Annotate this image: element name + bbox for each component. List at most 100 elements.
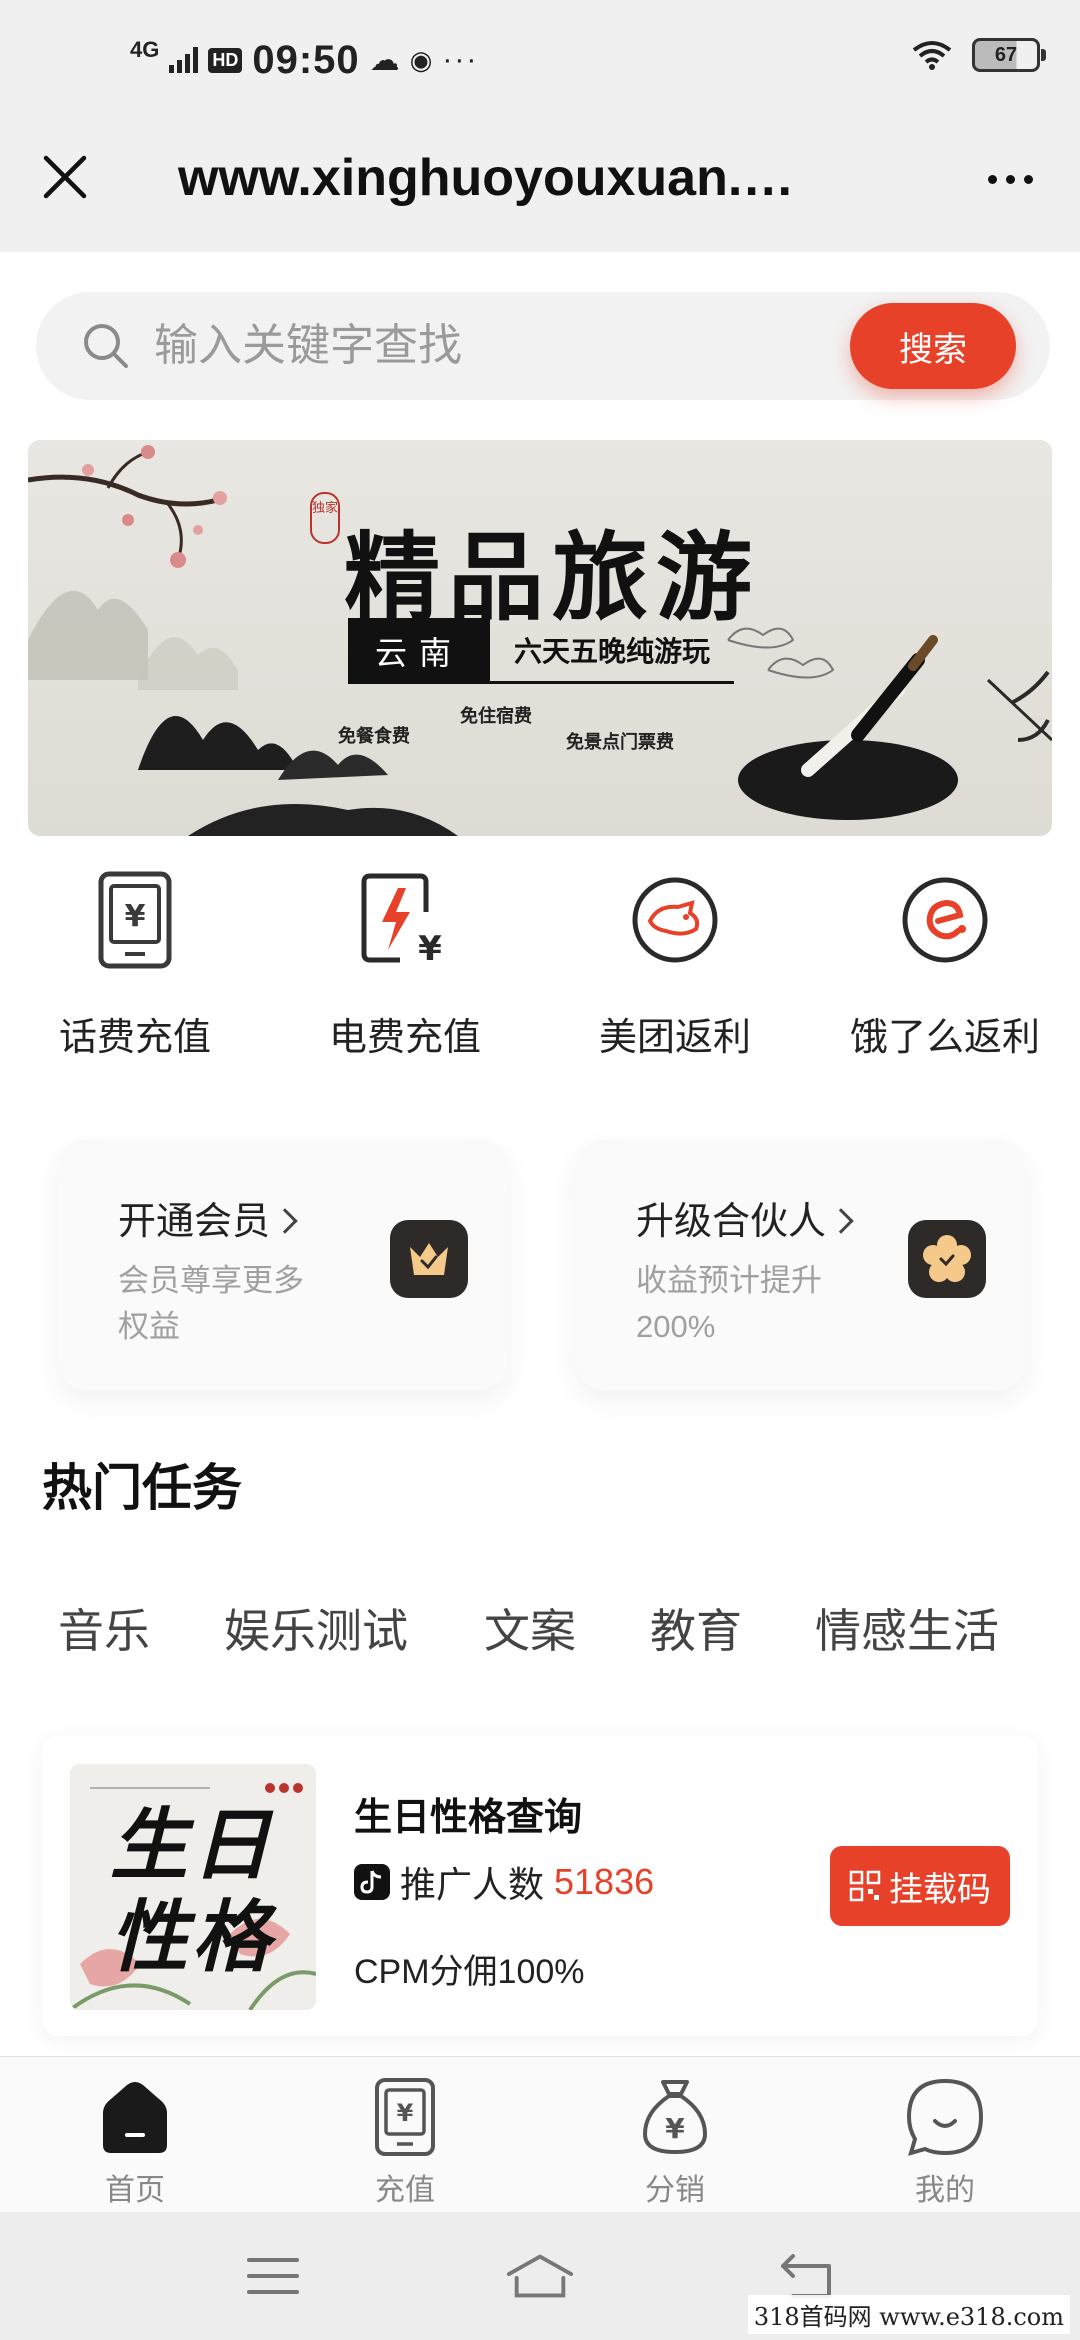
task-category-tabs: 音乐 娱乐测试 文案 教育 情感生活 <box>0 1595 1080 1665</box>
eleme-icon <box>895 870 995 970</box>
qr-code-icon <box>849 1870 881 1902</box>
hd-icon: HD <box>208 47 243 73</box>
thumbnail-text-line: 性格 <box>110 1892 275 1983</box>
tab-emotional-life[interactable]: 情感生活 <box>815 1595 999 1661</box>
banner-perk: 免餐食费 <box>338 726 410 746</box>
crown-badge-icon <box>390 1220 468 1298</box>
tab-entertainment-test[interactable]: 娱乐测试 <box>224 1595 408 1661</box>
tab-music[interactable]: 音乐 <box>58 1595 150 1661</box>
more-dot-icon <box>1005 174 1015 184</box>
nav-home[interactable]: 首页 <box>0 2057 270 2212</box>
battery-level: 67 <box>994 43 1018 66</box>
search-button[interactable]: 搜索 <box>850 303 1016 389</box>
quick-entry-meituan[interactable]: 美团返利 <box>540 870 810 1080</box>
promo-count-label: 推广人数 <box>400 1864 545 1905</box>
quick-entry-eleme[interactable]: 饿了么返利 <box>810 870 1080 1080</box>
status-left: 4G HD 09:50 ☁ ◉ ··· <box>130 30 478 90</box>
battery-icon: 67 <box>972 38 1046 72</box>
mount-code-label: 挂载码 <box>889 1870 991 1909</box>
promo-description: 收益预计提升200% <box>636 1263 822 1344</box>
home-icon <box>95 2077 175 2157</box>
task-card[interactable]: 生日 性格 生日性格查询 推广人数 51836 CPM分佣100% 挂载码 <box>42 1736 1038 2036</box>
svg-text:¥: ¥ <box>665 2112 685 2145</box>
svg-text:¥: ¥ <box>397 2099 414 2127</box>
chevron-right-icon <box>828 1208 854 1234</box>
promo-title: 开通会员 <box>118 1190 298 1245</box>
quick-entry-electric-bill[interactable]: ¥ 电费充值 <box>270 870 540 1080</box>
promo-card-membership[interactable]: 开通会员 会员尊享更多权益 <box>58 1140 508 1390</box>
browser-toolbar: www.xinghuoyouxuan.… <box>0 120 1080 252</box>
phone-bill-icon: ¥ <box>85 870 185 970</box>
travel-banner[interactable]: 独家 精品旅游 云南 六天五晚纯游玩 免餐食费 免住宿费 免景点门票费 <box>28 440 1052 836</box>
promo-description: 会员尊享更多权益 <box>118 1263 304 1344</box>
thumbnail-text-line: 生日 <box>110 1800 275 1891</box>
nav-distribution[interactable]: ¥ 分销 <box>540 2057 810 2212</box>
close-button[interactable] <box>30 142 100 212</box>
menu-icon <box>247 2258 300 2294</box>
hot-tasks-title: 热门任务 <box>42 1460 242 1516</box>
quick-entry-label: 话费充值 <box>58 1017 211 1059</box>
tiktok-icon <box>354 1864 390 1900</box>
exclusive-stamp: 独家 <box>310 492 340 544</box>
flower-badge-icon <box>908 1220 986 1298</box>
svg-text:¥: ¥ <box>125 899 146 934</box>
search-input[interactable] <box>154 314 754 378</box>
recharge-icon: ¥ <box>365 2077 445 2157</box>
nav-label: 充值 <box>375 2174 435 2207</box>
quick-entry-label: 美团返利 <box>598 1017 751 1059</box>
banner-perk: 免景点门票费 <box>566 732 674 752</box>
house-outline-icon <box>506 2254 574 2298</box>
clock: 09:50 <box>252 37 360 82</box>
task-promo-count: 推广人数 51836 <box>354 1856 654 1908</box>
meituan-icon <box>625 870 725 970</box>
money-bag-icon: ¥ <box>635 2077 715 2157</box>
cloud-icon: ☁ <box>369 43 400 77</box>
recent-apps-button[interactable] <box>238 2246 308 2306</box>
search-bar: 搜索 <box>36 292 1050 400</box>
more-dot-icon <box>1023 174 1033 184</box>
more-notifications-icon: ··· <box>442 43 479 76</box>
system-home-button[interactable] <box>505 2246 575 2306</box>
network-type: 4G <box>130 37 160 62</box>
quick-entry-label: 电费充值 <box>328 1017 481 1059</box>
status-bar: 4G HD 09:50 ☁ ◉ ··· 67 <box>0 0 1080 120</box>
search-icon <box>84 324 128 368</box>
promo-title-text: 开通会员 <box>118 1201 271 1243</box>
tab-education[interactable]: 教育 <box>650 1595 742 1661</box>
task-title: 生日性格查询 <box>354 1797 583 1839</box>
nav-label: 首页 <box>105 2174 165 2207</box>
close-icon <box>43 155 87 199</box>
promo-title: 升级合伙人 <box>636 1190 854 1245</box>
promo-title-text: 升级合伙人 <box>636 1201 827 1243</box>
site-watermark: 318首码网 www.e318.com <box>747 2295 1070 2334</box>
bottom-tab-bar: 首页 ¥ 充值 ¥ 分销 我的 <box>0 2056 1080 2212</box>
back-icon <box>780 2254 831 2298</box>
electric-bill-icon: ¥ <box>355 870 455 970</box>
banner-perk: 免住宿费 <box>460 706 532 726</box>
task-thumbnail: 生日 性格 <box>70 1764 316 2010</box>
quick-entries: ¥ 话费充值 ¥ 电费充值 美团返利 饿了么返利 <box>0 870 1080 1080</box>
quick-entry-phone-bill[interactable]: ¥ 话费充值 <box>0 870 270 1080</box>
tab-copywriting[interactable]: 文案 <box>484 1595 576 1661</box>
banner-subtitle: 六天五晚纯游玩 <box>490 618 734 684</box>
more-options-button[interactable] <box>970 144 1050 214</box>
promo-count-value: 51836 <box>554 1861 655 1902</box>
nav-profile[interactable]: 我的 <box>810 2057 1080 2212</box>
nav-label: 我的 <box>915 2174 975 2207</box>
page-url-title: www.xinghuoyouxuan.… <box>178 149 795 207</box>
nav-recharge[interactable]: ¥ 充值 <box>270 2057 540 2212</box>
wifi-icon <box>912 41 952 70</box>
signal-icon <box>169 47 199 73</box>
svg-text:¥: ¥ <box>418 929 442 968</box>
banner-destination: 云南 <box>348 618 490 684</box>
quick-entry-label: 饿了么返利 <box>849 1017 1040 1059</box>
profile-icon <box>905 2077 985 2157</box>
nav-label: 分销 <box>645 2174 705 2207</box>
weibo-icon: ◉ <box>409 44 433 75</box>
chevron-right-icon <box>272 1208 298 1234</box>
promo-card-partner[interactable]: 升级合伙人 收益预计提升200% <box>576 1140 1026 1390</box>
status-right: 67 <box>912 38 1046 72</box>
more-dot-icon <box>987 174 997 184</box>
task-commission: CPM分佣100% <box>354 1953 585 1991</box>
mount-code-button[interactable]: 挂载码 <box>830 1846 1010 1926</box>
